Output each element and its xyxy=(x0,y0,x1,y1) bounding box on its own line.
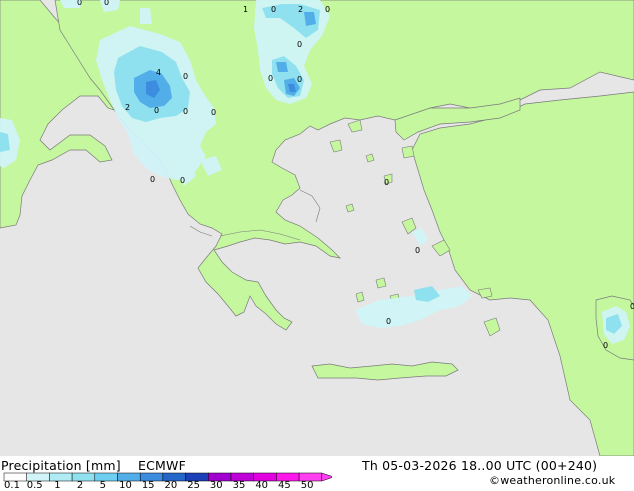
valid-time: Th 05-03-2026 18..00 UTC (00+240) xyxy=(362,458,598,473)
legend-tick-label: 1 xyxy=(54,480,61,491)
precipitation-map xyxy=(0,0,634,456)
legend-tick-label: 50 xyxy=(300,480,314,491)
legend-tick-label: 15 xyxy=(141,480,155,491)
legend-tick-label: 25 xyxy=(187,480,200,491)
legend-tick-label: 20 xyxy=(164,480,178,491)
model-name: ECMWF xyxy=(138,458,186,473)
legend-color-cell xyxy=(94,472,118,482)
legend-tick-label: 5 xyxy=(99,480,106,491)
precipitation-title: Precipitation [mm] xyxy=(1,458,121,473)
legend-tick-label: 40 xyxy=(255,480,269,491)
legend-tick-label: 2 xyxy=(76,480,84,491)
legend-tick-label: 0.1 xyxy=(4,480,20,491)
legend-tick-label: 45 xyxy=(278,480,291,491)
copyright: ©weatheronline.co.uk xyxy=(489,474,616,487)
legend-tick-label: 30 xyxy=(209,480,223,491)
legend-tick-label: 35 xyxy=(232,480,246,491)
legend-tick-label: 10 xyxy=(119,480,132,491)
legend-tick-label: 0.5 xyxy=(26,480,43,491)
legend-color-cell xyxy=(49,472,73,482)
legend-arrow xyxy=(321,472,332,482)
legend-color-cell xyxy=(71,472,96,482)
